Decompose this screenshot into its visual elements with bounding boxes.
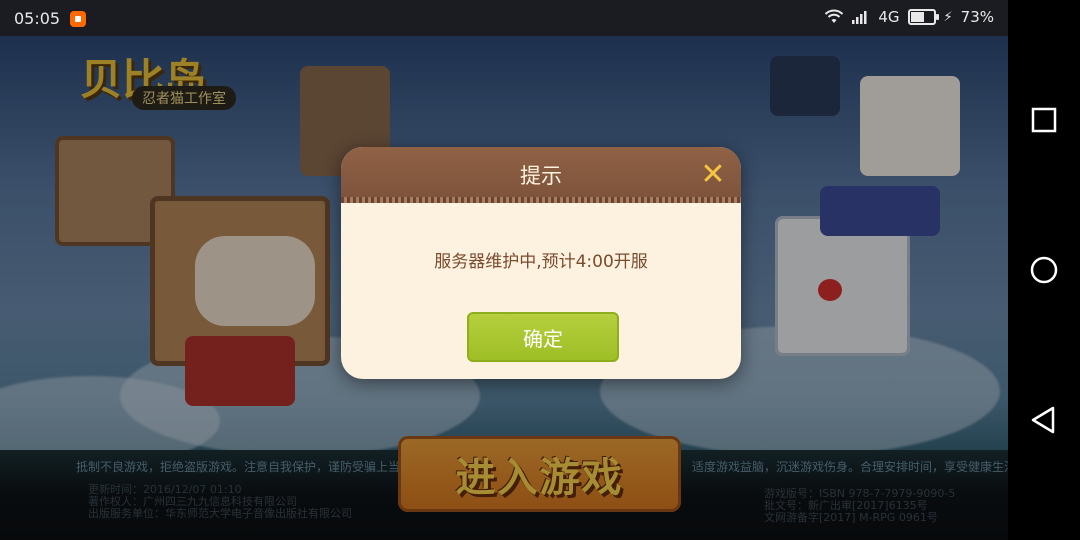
dialog-title: 提示 bbox=[520, 164, 562, 188]
network-type: 4G bbox=[878, 8, 900, 26]
app-notification-icon bbox=[70, 10, 87, 27]
close-icon[interactable]: ✕ bbox=[699, 160, 727, 190]
dialog-header: 提示 ✕ bbox=[341, 147, 741, 203]
charging-icon: ⚡ bbox=[943, 9, 953, 25]
home-icon[interactable] bbox=[1026, 252, 1062, 288]
confirm-button[interactable]: 确定 bbox=[467, 312, 619, 362]
battery-icon bbox=[907, 9, 939, 25]
battery-fill bbox=[910, 12, 924, 22]
navigation-bar bbox=[1008, 0, 1080, 540]
status-right: 4G ⚡ 73% bbox=[824, 8, 994, 26]
dialog-message: 服务器维护中,预计4:00开服 bbox=[434, 252, 648, 272]
battery-percent: 73% bbox=[960, 8, 994, 26]
back-icon[interactable] bbox=[1026, 402, 1062, 438]
game-screen: 贝比岛 忍者猫工作室 抵制不良游戏，拒绝盗版游戏。注意自我保护，谨防受骗上当 适… bbox=[0, 36, 1008, 540]
notice-dialog: 提示 ✕ 服务器维护中,预计4:00开服 确定 bbox=[341, 147, 741, 379]
signal-icon bbox=[852, 11, 867, 24]
status-bar: 05:05 4G ⚡ 73% bbox=[0, 0, 1080, 36]
clock: 05:05 bbox=[14, 9, 61, 28]
recent-apps-icon[interactable] bbox=[1026, 102, 1062, 138]
status-left: 05:05 bbox=[14, 9, 87, 28]
wifi-icon bbox=[825, 9, 844, 23]
